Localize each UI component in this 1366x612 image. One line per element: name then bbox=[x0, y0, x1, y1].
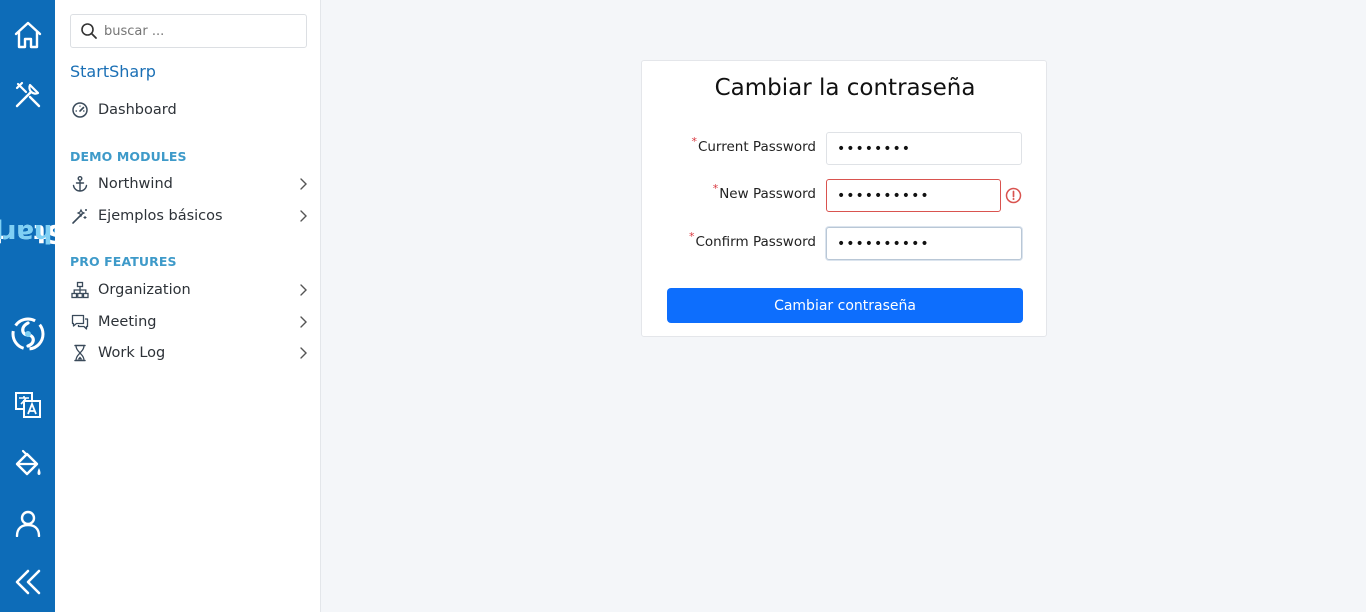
current-password-field[interactable] bbox=[826, 132, 1022, 165]
brand-swirl-icon bbox=[11, 317, 45, 351]
chevron-right-icon bbox=[300, 210, 307, 222]
collapse-icon bbox=[15, 569, 40, 595]
new-password-field[interactable] bbox=[826, 179, 1001, 212]
sidebar-item-label: Ejemplos básicos bbox=[98, 208, 223, 224]
sidebar-item-label: Northwind bbox=[98, 176, 173, 192]
error-alert-icon bbox=[1005, 187, 1022, 204]
tools-button[interactable] bbox=[0, 73, 55, 117]
translations-button[interactable] bbox=[0, 383, 55, 427]
sidebar-item-northwind[interactable]: Northwind bbox=[70, 171, 310, 197]
paint-bucket-icon bbox=[15, 449, 40, 476]
sidebar-item-basic-examples[interactable]: Ejemplos básicos bbox=[70, 203, 310, 229]
change-password-card: Cambiar la contraseña *Current Password … bbox=[641, 60, 1047, 337]
tools-icon bbox=[15, 81, 40, 108]
user-icon bbox=[15, 510, 40, 537]
org-chart-icon bbox=[70, 280, 90, 300]
sidebar-item-work-log[interactable]: Work Log bbox=[70, 340, 310, 366]
sidebar-item-organization[interactable]: Organization bbox=[70, 277, 310, 303]
sidebar: StartSharp Dashboard DEMO MODULES Northw… bbox=[55, 0, 321, 612]
sidebar-item-label: Meeting bbox=[98, 314, 157, 330]
required-asterisk: * bbox=[691, 135, 697, 148]
sidebar-item-label: Organization bbox=[98, 282, 191, 298]
search-icon bbox=[81, 23, 97, 39]
search-input[interactable] bbox=[104, 23, 294, 39]
user-profile-button[interactable] bbox=[0, 501, 55, 545]
sidebar-item-label: Work Log bbox=[98, 345, 166, 361]
dashboard-gauge-icon bbox=[70, 100, 90, 120]
chevron-right-icon bbox=[300, 178, 307, 190]
sidebar-search bbox=[70, 14, 307, 48]
home-button[interactable] bbox=[0, 13, 55, 57]
page-title: Cambiar la contraseña bbox=[714, 75, 976, 101]
magic-wand-icon bbox=[70, 206, 90, 226]
icon-rail: StartSharp bbox=[0, 0, 71, 612]
home-icon bbox=[14, 21, 41, 49]
sidebar-item-meeting[interactable]: Meeting bbox=[70, 309, 310, 335]
chevron-right-icon bbox=[300, 316, 307, 328]
chat-bubbles-icon bbox=[70, 312, 90, 332]
sidebar-title[interactable]: StartSharp bbox=[70, 62, 156, 81]
confirm-password-field[interactable] bbox=[826, 227, 1022, 260]
section-pro-features: PRO FEATURES bbox=[70, 254, 177, 269]
translate-icon bbox=[14, 392, 41, 418]
chevron-right-icon bbox=[300, 284, 307, 296]
hourglass-icon bbox=[70, 343, 90, 363]
sidebar-item-label: Dashboard bbox=[98, 102, 177, 118]
brand-vertical-logo: StartSharp bbox=[0, 150, 71, 315]
current-password-label: *Current Password bbox=[691, 135, 816, 155]
change-password-submit-button[interactable]: Cambiar contraseña bbox=[667, 288, 1023, 323]
section-demo-modules: DEMO MODULES bbox=[70, 149, 187, 164]
confirm-password-label: *Confirm Password bbox=[688, 230, 816, 250]
chevron-right-icon bbox=[300, 347, 307, 359]
anchor-icon bbox=[70, 174, 90, 194]
sidebar-item-dashboard[interactable]: Dashboard bbox=[70, 97, 310, 123]
new-password-label: *New Password bbox=[712, 182, 816, 202]
theme-button[interactable] bbox=[0, 442, 55, 486]
collapse-sidebar-button[interactable] bbox=[0, 560, 55, 604]
required-asterisk: * bbox=[712, 182, 719, 195]
required-asterisk: * bbox=[688, 230, 695, 243]
